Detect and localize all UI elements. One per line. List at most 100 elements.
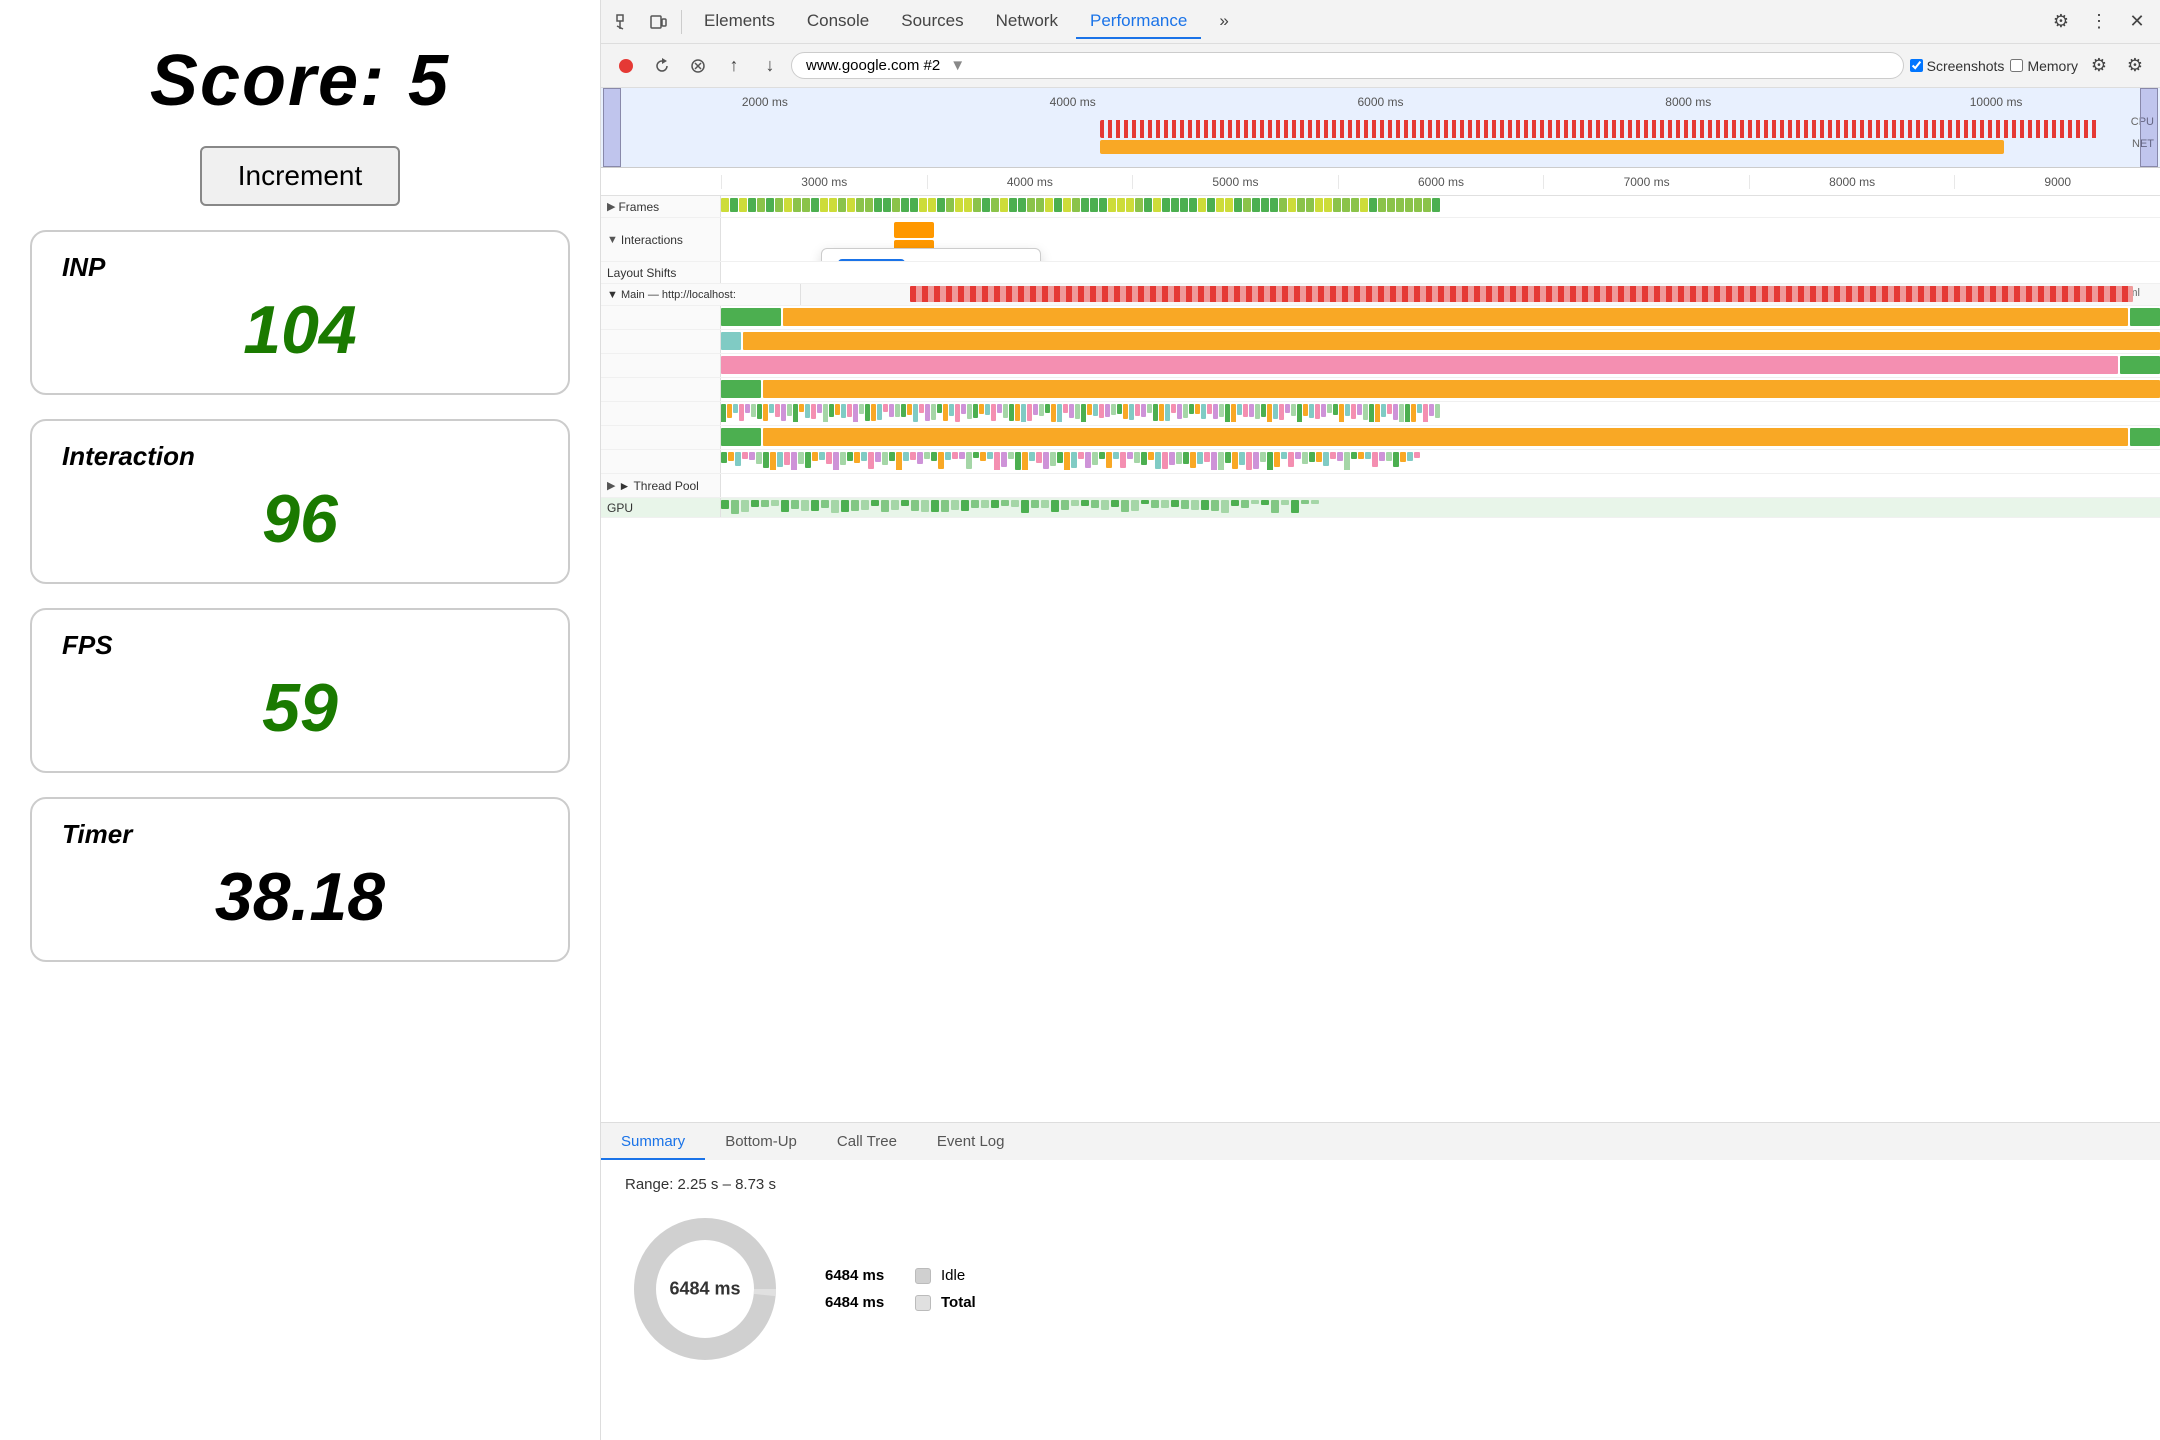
memory-checkbox[interactable] (2010, 59, 2023, 72)
main-thread-header: ▼ Main — http://localhost: small_tasks.h… (601, 284, 2160, 306)
interactions-content: 68.10 ms Pointer Input delay 66ms Proces… (721, 218, 2160, 261)
interaction-card: Interaction 96 (30, 419, 570, 584)
score-label: Score: (150, 41, 386, 121)
fps-label: FPS (62, 630, 538, 661)
bottom-tabs: Summary Bottom-Up Call Tree Event Log (601, 1122, 2160, 1160)
ruler-mark-2000: 2000 ms (611, 95, 919, 109)
interactions-track-row: ▼ Interactions 68.10 ms Pointer Input de… (601, 218, 2160, 262)
inspect-element-icon[interactable] (609, 7, 639, 37)
tooltip-ms: 68.10 ms (838, 259, 905, 261)
main-row-1-content (721, 306, 2160, 329)
thread-pool-content (721, 474, 2160, 497)
tick-6000: 6000 ms (1338, 175, 1544, 189)
main-header-content: small_tasks.html (801, 284, 2160, 305)
upload-icon[interactable]: ↑ (719, 51, 749, 81)
devtools-panel: Elements Console Sources Network Perform… (600, 0, 2160, 1440)
tab-console[interactable]: Console (793, 5, 883, 39)
score-display: Score: 5 (150, 40, 450, 122)
ruler-mark-8000: 8000 ms (1534, 95, 1842, 109)
main-row-3 (601, 354, 2160, 378)
record-icon[interactable] (611, 51, 641, 81)
layout-shifts-track-row: Layout Shifts (601, 262, 2160, 284)
device-toolbar-icon[interactable] (643, 7, 673, 37)
legend-idle-label: Idle (941, 1267, 965, 1284)
legend-total-label: Total (941, 1294, 976, 1311)
main-row-6 (601, 426, 2160, 450)
tab-more[interactable]: » (1205, 5, 1242, 39)
fps-card: FPS 59 (30, 608, 570, 773)
tab-sources[interactable]: Sources (887, 5, 977, 39)
main-row-2-content (721, 330, 2160, 353)
url-dropdown-icon[interactable]: ▼ (950, 57, 965, 74)
main-thread-label: ▼ Main — http://localhost: (601, 284, 801, 305)
overview-ruler: 2000 ms 4000 ms 6000 ms 8000 ms 10000 ms (601, 88, 2160, 116)
layout-shifts-label: Layout Shifts (601, 262, 721, 283)
settings-icon[interactable]: ⚙ (2046, 7, 2076, 37)
tab-event-log[interactable]: Event Log (917, 1125, 1025, 1160)
interaction-tooltip: 68.10 ms Pointer Input delay 66ms Proces… (821, 248, 1041, 261)
memory-label: Memory (2027, 58, 2078, 74)
ruler-mark-4000: 4000 ms (919, 95, 1227, 109)
increment-button[interactable]: Increment (200, 146, 401, 206)
screenshots-checkbox-label: Screenshots (1910, 58, 2005, 74)
ruler-mark-10000: 10000 ms (1842, 95, 2150, 109)
performance-toolbar: ↑ ↓ www.google.com #2 ▼ Screenshots Memo… (601, 44, 2160, 88)
timer-label: Timer (62, 819, 538, 850)
gpu-label: GPU (601, 498, 721, 517)
perf-settings-icon[interactable]: ⚙ (2120, 51, 2150, 81)
devtools-top-toolbar: Elements Console Sources Network Perform… (601, 0, 2160, 44)
url-text: www.google.com #2 (806, 57, 940, 74)
gpu-content: const gc=['#4caf50','#81c784','#a5d6a7']… (721, 498, 2160, 517)
inp-value: 104 (62, 291, 538, 369)
legend-total: 6484 ms Total (825, 1294, 976, 1311)
clear-icon[interactable] (683, 51, 713, 81)
left-panel: Score: 5 Increment INP 104 Interaction 9… (0, 0, 600, 1440)
main-row-4-content (721, 378, 2160, 401)
tab-performance[interactable]: Performance (1076, 5, 1201, 39)
tick-3000: 3000 ms (721, 175, 927, 189)
tick-5000: 5000 ms (1132, 175, 1338, 189)
tooltip-type: Pointer (913, 259, 965, 261)
inp-card: INP 104 (30, 230, 570, 395)
main-row-6-content (721, 426, 2160, 449)
summary-legend: 6484 ms Idle 6484 ms Total (825, 1267, 976, 1311)
more-options-icon[interactable]: ⋮ (2084, 7, 2114, 37)
timeline-ruler-row: 3000 ms 4000 ms 5000 ms 6000 ms 7000 ms … (601, 168, 2160, 196)
tick-4000: 4000 ms (927, 175, 1133, 189)
legend-total-ms: 6484 ms (825, 1294, 905, 1311)
capture-settings-icon[interactable]: ⚙ (2084, 51, 2114, 81)
tooltip-title: 68.10 ms Pointer (838, 259, 1024, 261)
thread-pool-label: ▶ ► Thread Pool (601, 474, 721, 497)
tab-call-tree[interactable]: Call Tree (817, 1125, 917, 1160)
screenshots-checkbox[interactable] (1910, 59, 1923, 72)
gpu-row: GPU const gc=['#4caf50','#81c784','#a5d6… (601, 498, 2160, 518)
tab-bottom-up[interactable]: Bottom-Up (705, 1125, 817, 1160)
main-row-6-label (601, 426, 721, 449)
main-row-3-content (721, 354, 2160, 377)
reload-record-icon[interactable] (647, 51, 677, 81)
thread-pool-row: ▶ ► Thread Pool (601, 474, 2160, 498)
tab-network[interactable]: Network (982, 5, 1072, 39)
timeline-main[interactable]: 3000 ms 4000 ms 5000 ms 6000 ms 7000 ms … (601, 168, 2160, 1122)
main-row-5-content: const mc=['#4caf50','#f9a825','#80cbc4',… (721, 402, 2160, 425)
main-row-1-label (601, 306, 721, 329)
tick-7000: 7000 ms (1543, 175, 1749, 189)
frames-label: ▶ Frames (601, 196, 721, 217)
main-row-5-label (601, 402, 721, 425)
close-devtools-icon[interactable]: ✕ (2122, 7, 2152, 37)
interaction-value: 96 (62, 480, 538, 558)
inp-label: INP (62, 252, 538, 283)
main-row-4 (601, 378, 2160, 402)
main-row-4-label (601, 378, 721, 401)
main-row-2-label (601, 330, 721, 353)
fps-value: 59 (62, 669, 538, 747)
tab-summary[interactable]: Summary (601, 1125, 705, 1160)
main-row-7-content: let mb2=''; for(let i=0;i<100;i++){ cons… (721, 450, 2160, 473)
tab-elements[interactable]: Elements (690, 5, 789, 39)
download-icon[interactable]: ↓ (755, 51, 785, 81)
url-bar: www.google.com #2 ▼ (791, 52, 1904, 79)
main-row-7: let mb2=''; for(let i=0;i<100;i++){ cons… (601, 450, 2160, 474)
summary-panel: Range: 2.25 s – 8.73 s 6484 ms 6484 ms I… (601, 1160, 2160, 1440)
memory-checkbox-label: Memory (2010, 58, 2078, 74)
timeline-overview[interactable]: 2000 ms 4000 ms 6000 ms 8000 ms 10000 ms… (601, 88, 2160, 168)
